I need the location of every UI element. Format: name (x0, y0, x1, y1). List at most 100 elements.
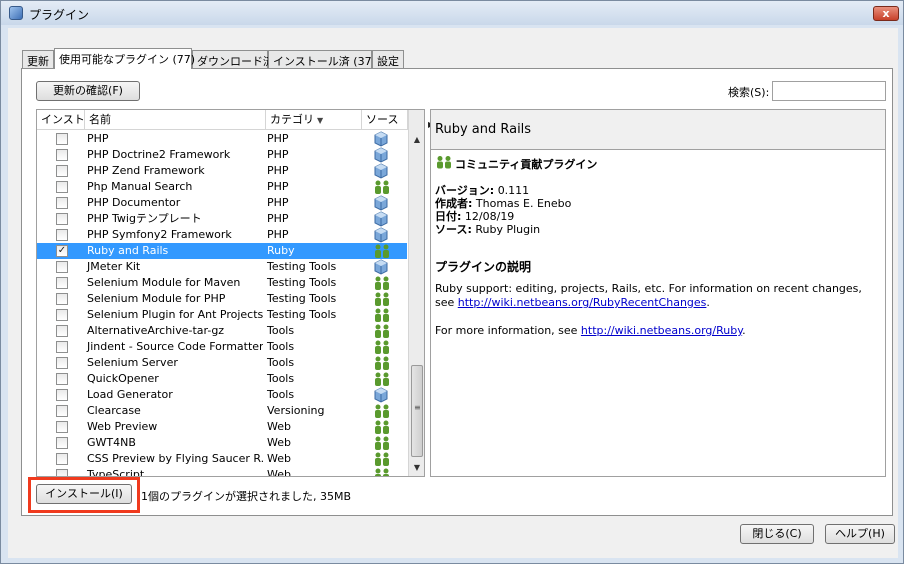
install-checkbox[interactable] (56, 373, 68, 385)
table-row[interactable]: Web Preview Web (37, 419, 407, 435)
table-row[interactable]: PHP Documentor PHP (37, 195, 407, 211)
tab-settings[interactable]: 設定 (372, 50, 404, 68)
community-icon (373, 179, 391, 195)
install-cell (37, 419, 85, 435)
install-checkbox[interactable] (56, 453, 68, 465)
tab-available-plugins[interactable]: 使用可能なプラグイン (77) (54, 48, 195, 69)
install-checkbox[interactable] (56, 421, 68, 433)
plugin-category: Tools (267, 388, 295, 401)
install-checkbox[interactable] (56, 213, 68, 225)
plugin-name: TypeScript (87, 468, 145, 477)
plugin-category: Testing Tools (267, 276, 337, 289)
search-input[interactable] (772, 81, 886, 101)
install-cell (37, 451, 85, 467)
install-checkbox[interactable] (56, 133, 68, 145)
plugin-category: PHP (267, 180, 289, 193)
tab-installed[interactable]: インストール済 (37) (268, 50, 376, 68)
plugin-source (362, 467, 408, 476)
title-bar[interactable]: プラグイン x (1, 1, 903, 25)
table-row[interactable]: PHP Twigテンプレート PHP (37, 211, 407, 227)
install-checkbox[interactable] (56, 261, 68, 273)
table-scrollbar[interactable]: ▲ ≡ ▼ (408, 110, 424, 476)
community-icon (373, 291, 391, 307)
table-row[interactable]: Selenium Module for PHP Testing Tools (37, 291, 407, 307)
help-button[interactable]: ヘルプ(H) (825, 524, 895, 544)
install-checkbox[interactable] (56, 277, 68, 289)
column-category[interactable]: カテゴリ ▼ (266, 110, 362, 130)
plugin-category: PHP (267, 132, 289, 145)
plugin-source (362, 435, 408, 451)
install-checkbox[interactable] (56, 309, 68, 321)
plugin-name: PHP Zend Framework (87, 164, 205, 177)
close-window-button[interactable]: x (873, 6, 899, 21)
table-row[interactable]: Selenium Plugin for Ant Projects Testing … (37, 307, 407, 323)
close-button[interactable]: 閉じる(C) (740, 524, 814, 544)
table-row[interactable]: Load Generator Tools (37, 387, 407, 403)
install-checkbox[interactable] (56, 197, 68, 209)
tab-updates[interactable]: 更新 (22, 50, 54, 68)
plugin-category: PHP (267, 164, 289, 177)
plugin-source (362, 147, 408, 163)
table-row[interactable]: Php Manual Search PHP (37, 179, 407, 195)
plugin-category: Testing Tools (267, 292, 337, 305)
table-row[interactable]: PHP Symfony2 Framework PHP (37, 227, 407, 243)
sort-descending-icon: ▼ (317, 116, 324, 125)
netbeans-cube-icon (9, 6, 23, 20)
plugin-category: PHP (267, 196, 289, 209)
table-row[interactable]: AlternativeArchive-tar-gz Tools (37, 323, 407, 339)
ruby-wiki-link[interactable]: http://wiki.netbeans.org/Ruby (581, 324, 742, 337)
table-row[interactable]: JMeter Kit Testing Tools (37, 259, 407, 275)
plugin-source (362, 291, 408, 307)
plugin-details-panel: Ruby and Rails コミュニティ貢献プラグイン バージョン: 0.11… (430, 109, 886, 477)
description-text-2: For more information, see (435, 324, 581, 337)
column-source[interactable]: ソース (362, 110, 408, 130)
community-icon (373, 243, 391, 259)
install-cell (37, 435, 85, 451)
tab-downloaded[interactable]: ダウンロード済 (192, 50, 274, 68)
table-row[interactable]: ✓ Ruby and Rails Ruby (37, 243, 407, 259)
install-checkbox[interactable] (56, 181, 68, 193)
install-checkbox[interactable] (56, 229, 68, 241)
install-cell (37, 259, 85, 275)
install-checkbox[interactable] (56, 341, 68, 353)
install-checkbox[interactable] (56, 405, 68, 417)
install-checkbox[interactable]: ✓ (56, 245, 68, 257)
table-row[interactable]: Jindent - Source Code Formatter Tools (37, 339, 407, 355)
scroll-up-arrow-icon[interactable]: ▲ (409, 132, 424, 148)
description-end-2: . (742, 324, 746, 337)
cube-icon (373, 131, 389, 147)
install-cell (37, 371, 85, 387)
install-cell (37, 147, 85, 163)
scrollbar-thumb[interactable]: ≡ (411, 365, 423, 457)
table-row[interactable]: QuickOpener Tools (37, 371, 407, 387)
install-checkbox[interactable] (56, 357, 68, 369)
table-row[interactable]: Selenium Server Tools (37, 355, 407, 371)
install-checkbox[interactable] (56, 165, 68, 177)
scroll-down-arrow-icon[interactable]: ▼ (409, 460, 424, 476)
install-checkbox[interactable] (56, 469, 68, 476)
table-row[interactable]: Clearcase Versioning (37, 403, 407, 419)
install-checkbox[interactable] (56, 389, 68, 401)
table-row[interactable]: Selenium Module for Maven Testing Tools (37, 275, 407, 291)
install-checkbox[interactable] (56, 437, 68, 449)
community-icon (373, 451, 391, 467)
plugin-source (362, 355, 408, 371)
table-row[interactable]: PHP Zend Framework PHP (37, 163, 407, 179)
plugins-dialog: プラグイン x 更新 使用可能なプラグイン (77) ダウンロード済 インストー… (0, 0, 904, 564)
install-checkbox[interactable] (56, 293, 68, 305)
check-updates-button[interactable]: 更新の確認(F) (36, 81, 140, 101)
plugin-name: QuickOpener (87, 372, 159, 385)
version-label: バージョン: (435, 184, 495, 197)
plugin-source (362, 419, 408, 435)
column-install[interactable]: インスト… (37, 110, 85, 130)
table-row[interactable]: TypeScript Web (37, 467, 408, 477)
table-row[interactable]: PHP PHP (37, 131, 407, 147)
recent-changes-link[interactable]: http://wiki.netbeans.org/RubyRecentChang… (458, 296, 707, 309)
column-name[interactable]: 名前 (85, 110, 266, 130)
install-checkbox[interactable] (56, 149, 68, 161)
table-row[interactable]: PHP Doctrine2 Framework PHP (37, 147, 407, 163)
table-row[interactable]: GWT4NB Web (37, 435, 407, 451)
table-row[interactable]: CSS Preview by Flying Saucer R... Web (37, 451, 407, 467)
plugin-name: Jindent - Source Code Formatter (87, 340, 263, 353)
install-checkbox[interactable] (56, 325, 68, 337)
